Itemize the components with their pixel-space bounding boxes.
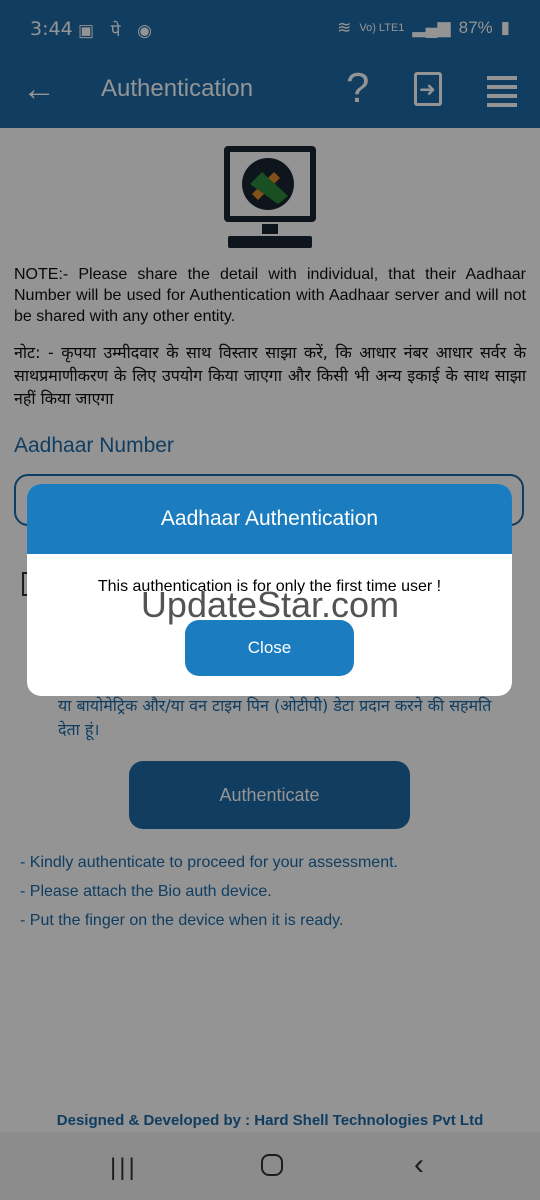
watermark: UpdateStar.com [140,584,400,625]
dialog-title: Aadhaar Authentication [27,484,512,554]
close-button[interactable]: Close [185,620,354,676]
